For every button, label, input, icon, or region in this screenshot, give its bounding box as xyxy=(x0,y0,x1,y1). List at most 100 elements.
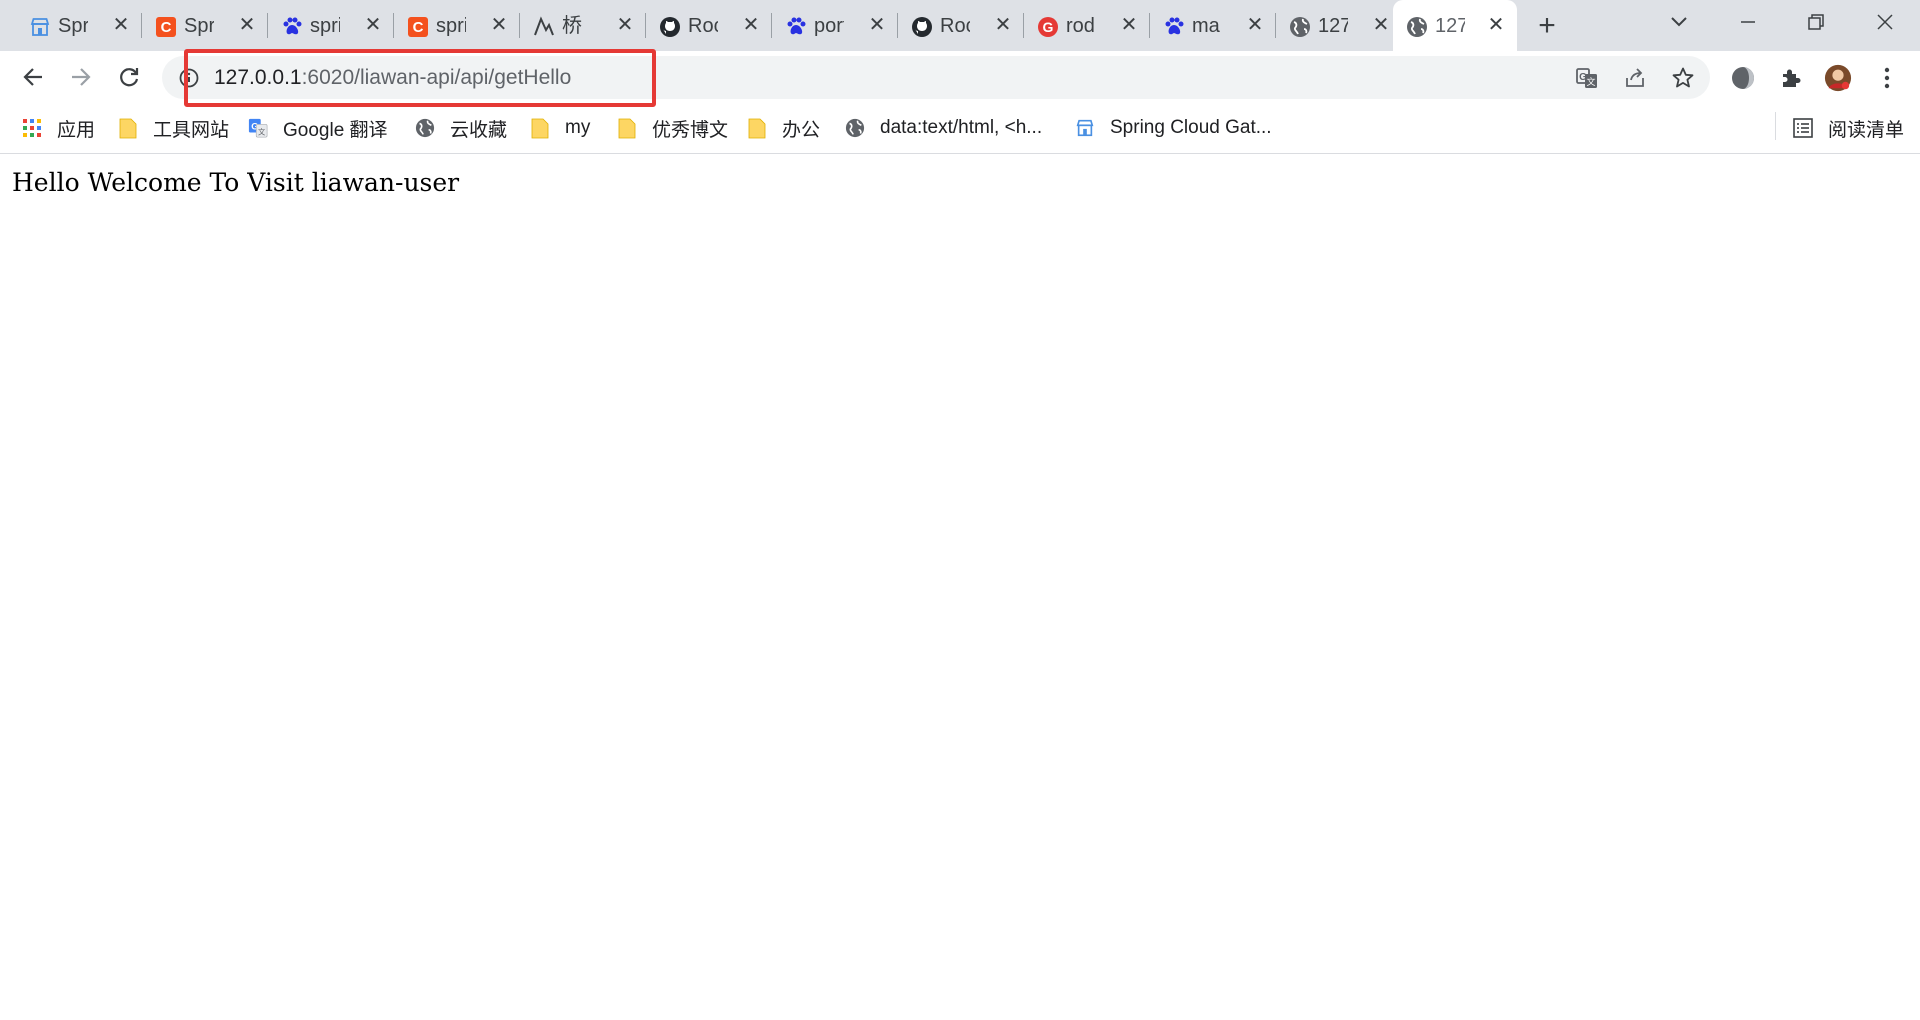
apps-grid-icon xyxy=(22,117,42,139)
star-icon[interactable] xyxy=(1669,64,1697,92)
bookmark-google-translate[interactable]: G文 Google 翻译 xyxy=(248,113,388,143)
tab-8[interactable]: Roc ✕ xyxy=(898,0,1024,51)
close-icon[interactable]: ✕ xyxy=(1118,14,1140,36)
restore-button[interactable] xyxy=(1786,0,1846,44)
bookmark-label: Spring Cloud Gat... xyxy=(1110,117,1272,138)
red-g-icon: G xyxy=(1036,15,1059,38)
puzzle-icon[interactable] xyxy=(1777,64,1805,92)
tab-title: port xyxy=(814,15,844,37)
tab-title: Roc xyxy=(940,15,970,37)
reading-list-icon xyxy=(1793,117,1813,139)
close-window-button[interactable] xyxy=(1855,0,1915,44)
extension-profile-icon[interactable] xyxy=(1729,64,1757,92)
restore-icon xyxy=(1808,14,1824,30)
tab-title: Roc xyxy=(688,15,718,37)
minimize-button[interactable] xyxy=(1718,0,1778,44)
tab-11[interactable]: 127 ✕ xyxy=(1276,0,1402,51)
baidu-paw-icon xyxy=(784,15,807,38)
tab-10[interactable]: ma ✕ xyxy=(1150,0,1276,51)
close-icon[interactable]: ✕ xyxy=(992,14,1014,36)
kebab-menu-icon[interactable] xyxy=(1873,64,1901,92)
folder-icon xyxy=(118,117,138,139)
page-content xyxy=(0,154,1920,1020)
svg-text:文: 文 xyxy=(1586,76,1595,88)
tab-12-active[interactable]: 127 ✕ xyxy=(1393,0,1517,51)
close-icon[interactable]: ✕ xyxy=(1370,14,1392,36)
tab-3[interactable]: spring ✕ xyxy=(268,0,394,51)
new-tab-button[interactable]: + xyxy=(1531,10,1563,42)
bookmark-label: 优秀博文 xyxy=(652,119,729,141)
bookmark-label: 云收藏 xyxy=(450,119,508,141)
storefront-icon xyxy=(1075,117,1095,139)
minimize-icon xyxy=(1741,21,1755,23)
close-icon[interactable]: ✕ xyxy=(614,14,636,36)
bookmark-label: 办公 xyxy=(782,119,821,141)
tab-title: spring xyxy=(436,15,466,37)
csdn-c-icon: C xyxy=(154,15,177,38)
bookmark-spring-cloud-gateway[interactable]: Spring Cloud Gat... xyxy=(1075,113,1272,143)
folder-icon xyxy=(530,117,550,139)
csdn-c-icon: C xyxy=(406,15,429,38)
tab-title: 桥 xyxy=(562,15,582,37)
close-icon[interactable]: ✕ xyxy=(110,14,132,36)
globe-icon xyxy=(415,117,435,139)
chevron-down-icon xyxy=(1671,17,1687,27)
close-icon[interactable]: ✕ xyxy=(1244,14,1266,36)
page-body-text: Hello Welcome To Visit liawan-user xyxy=(12,168,460,197)
folder-icon xyxy=(617,117,637,139)
tab-2[interactable]: C Spring ✕ xyxy=(142,0,268,51)
reading-list-button[interactable]: 阅读清单 xyxy=(1793,113,1904,143)
reload-icon xyxy=(120,68,139,87)
forward-button[interactable] xyxy=(66,62,96,92)
bookmark-data-html[interactable]: data:text/html, <h... xyxy=(845,113,1042,143)
folder-icon xyxy=(747,117,767,139)
svg-text:G: G xyxy=(1042,19,1053,35)
svg-text:C: C xyxy=(160,19,171,36)
tab-4[interactable]: C spring ✕ xyxy=(394,0,520,51)
reload-button[interactable] xyxy=(114,62,144,92)
bookmark-folder-my[interactable]: my xyxy=(530,113,590,143)
close-icon[interactable]: ✕ xyxy=(1485,14,1507,36)
close-icon[interactable]: ✕ xyxy=(488,14,510,36)
google-translate-icon: G文 xyxy=(248,117,268,139)
github-icon xyxy=(658,15,681,38)
translate-icon[interactable]: G文 xyxy=(1573,64,1601,92)
tab-1[interactable]: Spring ✕ xyxy=(16,0,142,51)
tab-5[interactable]: 桥 ✕ xyxy=(520,0,646,51)
close-icon xyxy=(1877,14,1893,30)
tab-7[interactable]: port ✕ xyxy=(772,0,898,51)
close-icon[interactable]: ✕ xyxy=(362,14,384,36)
close-icon[interactable]: ✕ xyxy=(236,14,258,36)
close-icon[interactable]: ✕ xyxy=(740,14,762,36)
bookmark-label: 应用 xyxy=(57,119,96,141)
back-button[interactable] xyxy=(18,62,48,92)
bookmark-folder-office[interactable]: 办公 xyxy=(747,113,820,143)
bookmark-cloud-favorites[interactable]: 云收藏 xyxy=(415,113,507,143)
tab-9[interactable]: G rod ✕ xyxy=(1024,0,1150,51)
bridge-icon xyxy=(532,15,555,38)
red-highlight-box xyxy=(184,49,656,107)
bookmarks-separator xyxy=(1775,112,1776,140)
avatar[interactable] xyxy=(1824,64,1852,92)
bookmark-apps[interactable]: 应用 xyxy=(22,113,95,143)
tab-title: spring xyxy=(310,15,340,37)
tab-6[interactable]: Roc ✕ xyxy=(646,0,772,51)
bookmark-label: data:text/html, <h... xyxy=(880,117,1043,138)
globe-icon xyxy=(845,117,865,139)
close-icon[interactable]: ✕ xyxy=(866,14,888,36)
bookmark-folder-tools[interactable]: 工具网站 xyxy=(118,113,229,143)
bookmark-label: 工具网站 xyxy=(153,119,230,141)
tab-title: 127 xyxy=(1318,15,1348,37)
tab-title: ma xyxy=(1192,15,1220,37)
arrow-left-icon xyxy=(23,68,42,86)
baidu-paw-icon xyxy=(280,15,303,38)
svg-text:文: 文 xyxy=(258,127,266,136)
github-icon xyxy=(910,15,933,38)
share-icon[interactable] xyxy=(1621,64,1649,92)
tab-title: rod xyxy=(1066,15,1095,37)
tab-search-button[interactable] xyxy=(1649,0,1709,44)
globe-icon xyxy=(1288,15,1311,38)
bookmark-folder-blogs[interactable]: 优秀博文 xyxy=(617,113,728,143)
svg-text:C: C xyxy=(412,19,423,36)
baidu-paw-icon xyxy=(1162,15,1185,38)
